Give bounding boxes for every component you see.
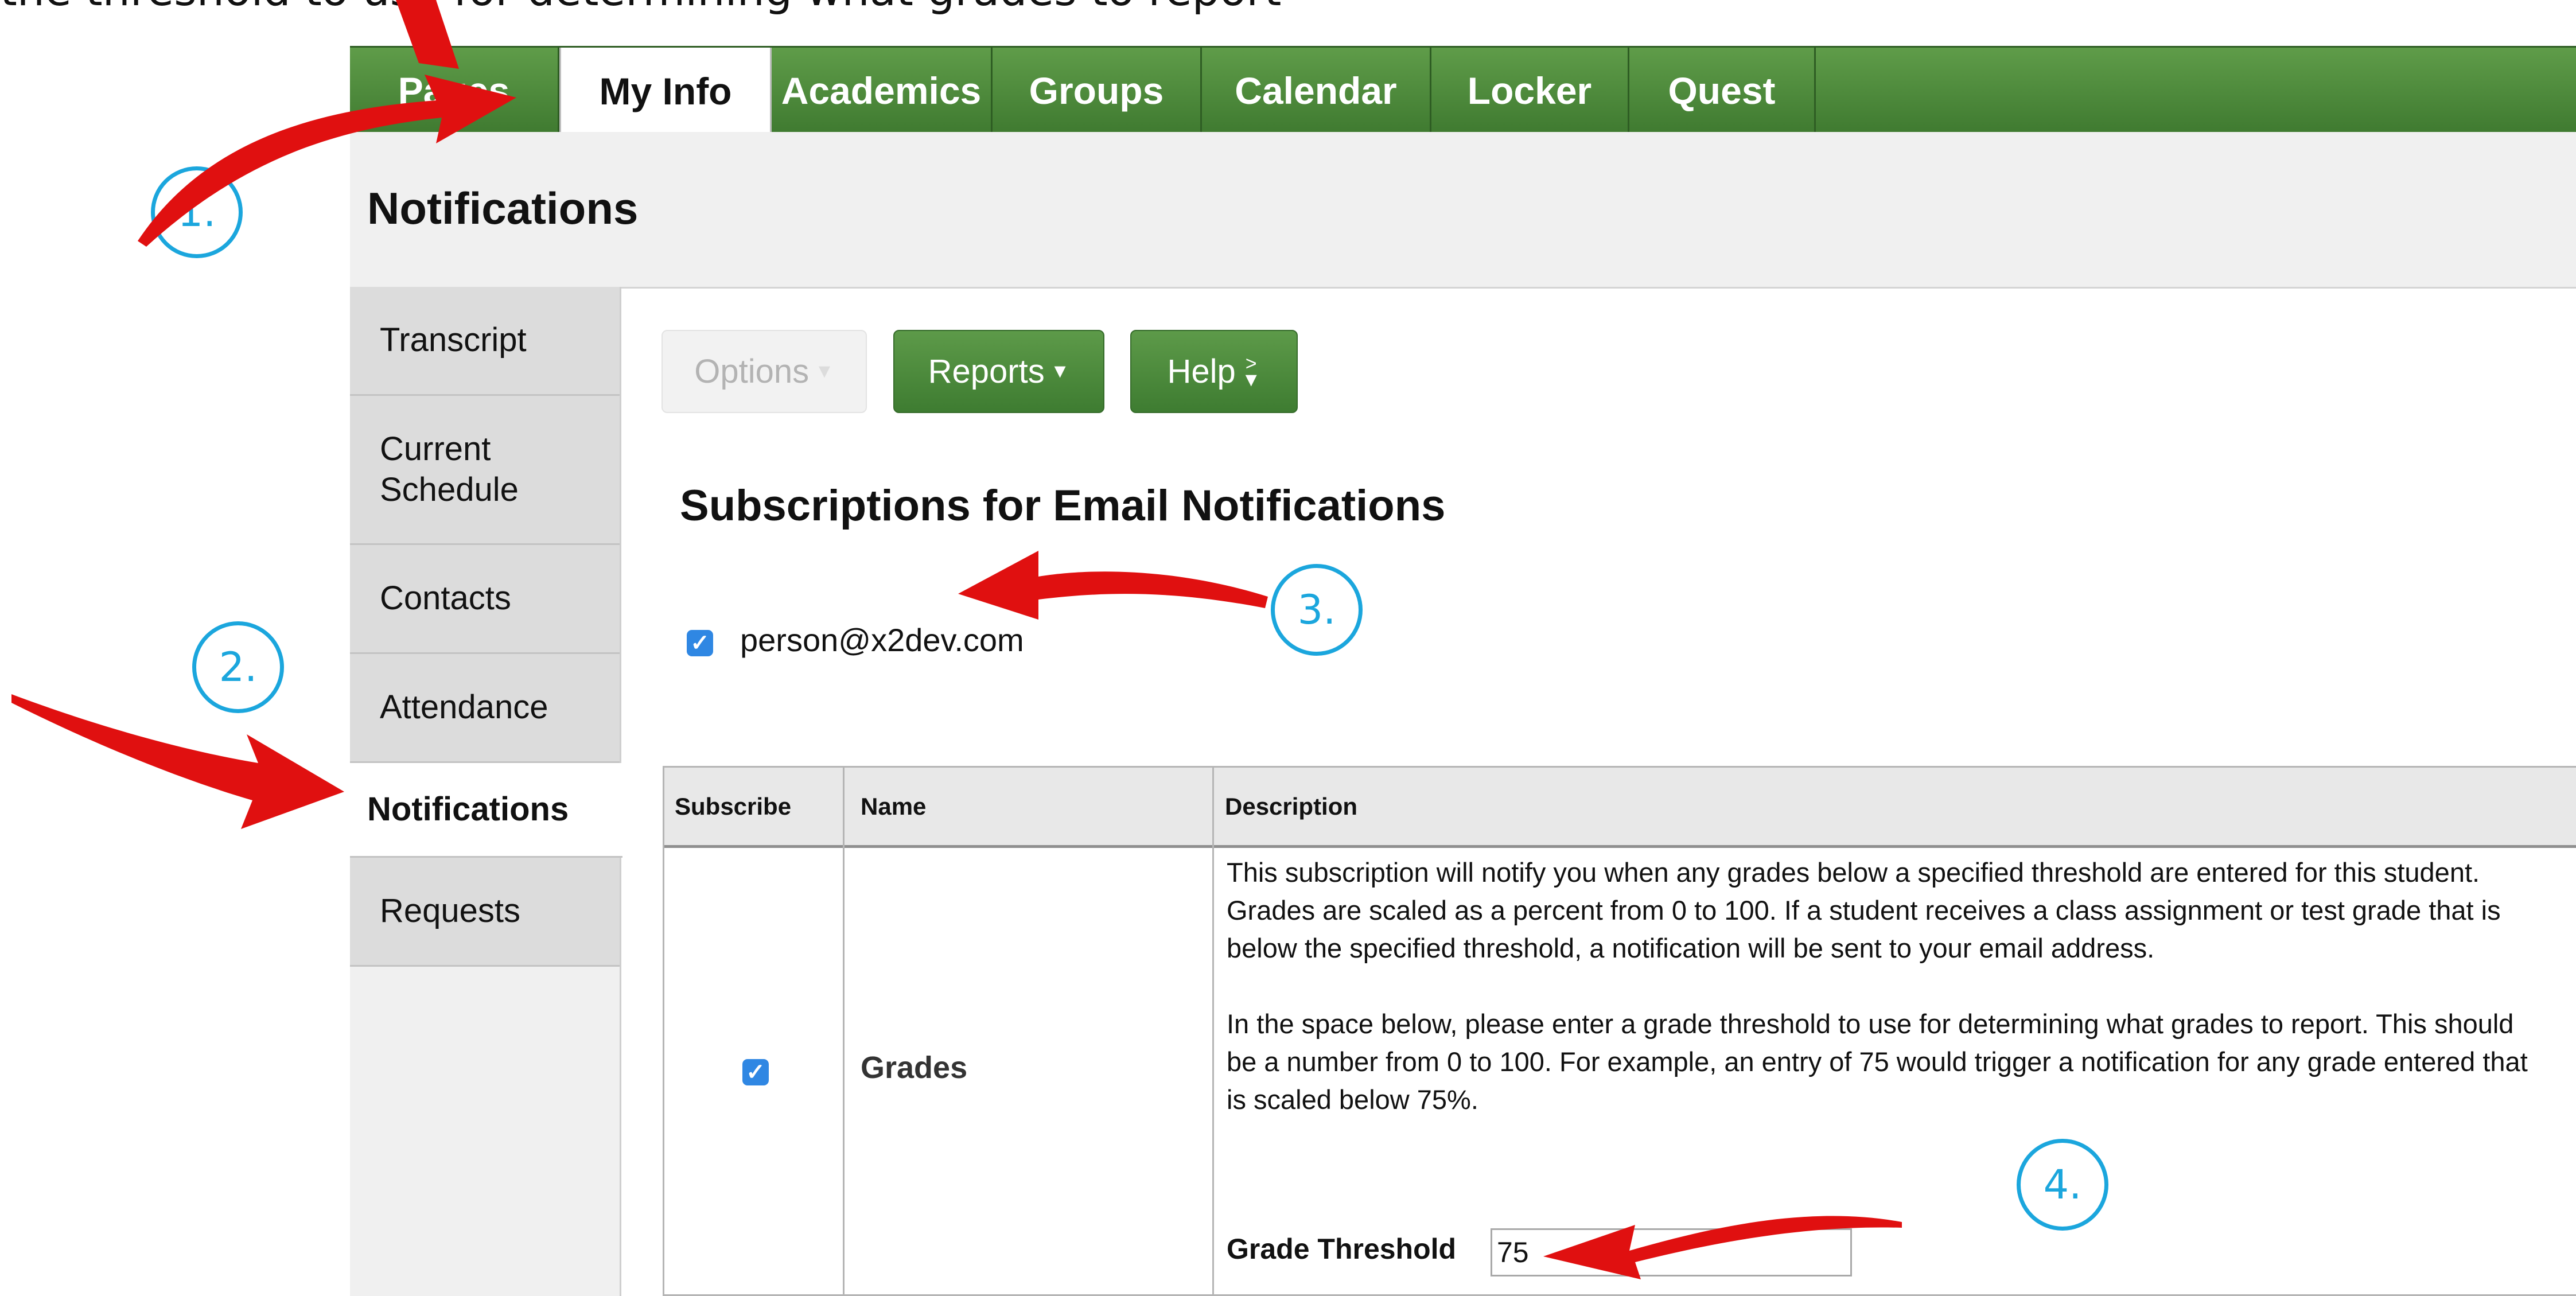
tab-my-info[interactable]: My Info xyxy=(559,48,772,135)
top-nav-bar: Pages My Info Academics Groups Calendar … xyxy=(350,46,2576,135)
caption-text: the threshold to use for determining wha… xyxy=(0,0,1281,15)
check-icon: ✓ xyxy=(690,631,710,656)
subscriptions-table: Subscribe Name Description ✓ Grades This… xyxy=(663,766,2576,1296)
description-text: This subscription will notify you when a… xyxy=(1227,854,2546,1119)
column-divider xyxy=(843,768,845,1294)
header-description: Description xyxy=(1225,792,1358,820)
header-subscribe: Subscribe xyxy=(675,792,792,820)
help-button[interactable]: Help > ▼ xyxy=(1130,330,1298,413)
email-address: person@x2dev.com xyxy=(740,622,1024,658)
sidebar: Transcript Current Schedule Contacts Att… xyxy=(350,287,622,1296)
tab-quest[interactable]: Quest xyxy=(1629,48,1816,134)
options-button[interactable]: Options ▼ xyxy=(661,330,867,413)
annotation-arrow-2 xyxy=(11,694,344,829)
check-icon: ✓ xyxy=(746,1060,765,1085)
sidebar-item-attendance[interactable]: Attendance xyxy=(350,654,620,763)
grades-subscribe-checkbox[interactable]: ✓ xyxy=(742,1059,769,1085)
help-chevron-icon: > ▼ xyxy=(1241,352,1261,391)
annotation-circle-3: 3. xyxy=(1271,564,1363,656)
annotation-arrow-3 xyxy=(958,551,1268,620)
sidebar-item-contacts[interactable]: Contacts xyxy=(350,545,620,654)
tab-calendar[interactable]: Calendar xyxy=(1202,48,1431,134)
description-paragraph: This subscription will notify you when a… xyxy=(1227,857,2501,963)
reports-label: Reports xyxy=(928,353,1045,390)
help-label: Help xyxy=(1167,353,1236,390)
email-checkbox[interactable]: ✓ xyxy=(687,630,713,656)
section-title: Subscriptions for Email Notifications xyxy=(680,481,1446,530)
page-title: Notifications xyxy=(367,183,639,233)
column-divider xyxy=(1212,768,1214,1294)
reports-button[interactable]: Reports ▼ xyxy=(893,330,1104,413)
tab-pages[interactable]: Pages xyxy=(350,48,559,134)
options-label: Options xyxy=(694,353,810,390)
grade-threshold-input[interactable] xyxy=(1491,1228,1852,1276)
description-paragraph: In the space below, please enter a grade… xyxy=(1227,1009,2528,1115)
sidebar-item-current-schedule[interactable]: Current Schedule xyxy=(350,396,620,545)
sidebar-item-label: Current Schedule xyxy=(380,430,519,508)
grades-name: Grades xyxy=(861,1050,968,1085)
sidebar-item-transcript[interactable]: Transcript xyxy=(350,287,620,396)
sidebar-item-requests[interactable]: Requests xyxy=(350,858,620,967)
annotation-circle-2: 2. xyxy=(192,621,284,713)
annotation-circle-1: 1. xyxy=(151,166,243,258)
header-name: Name xyxy=(861,792,927,820)
chevron-down-icon: ▼ xyxy=(1050,360,1070,382)
table-header-row: Subscribe Name Description xyxy=(664,768,2576,848)
chevron-down-icon: ▼ xyxy=(815,360,834,382)
sidebar-item-notifications[interactable]: Notifications xyxy=(350,763,622,858)
page-title-bar xyxy=(350,132,2576,289)
tab-locker[interactable]: Locker xyxy=(1431,48,1629,134)
grade-threshold-label: Grade Threshold xyxy=(1227,1233,1457,1265)
tab-groups[interactable]: Groups xyxy=(993,48,1202,134)
annotation-circle-4: 4. xyxy=(2017,1139,2108,1231)
tab-academics[interactable]: Academics xyxy=(772,48,993,134)
